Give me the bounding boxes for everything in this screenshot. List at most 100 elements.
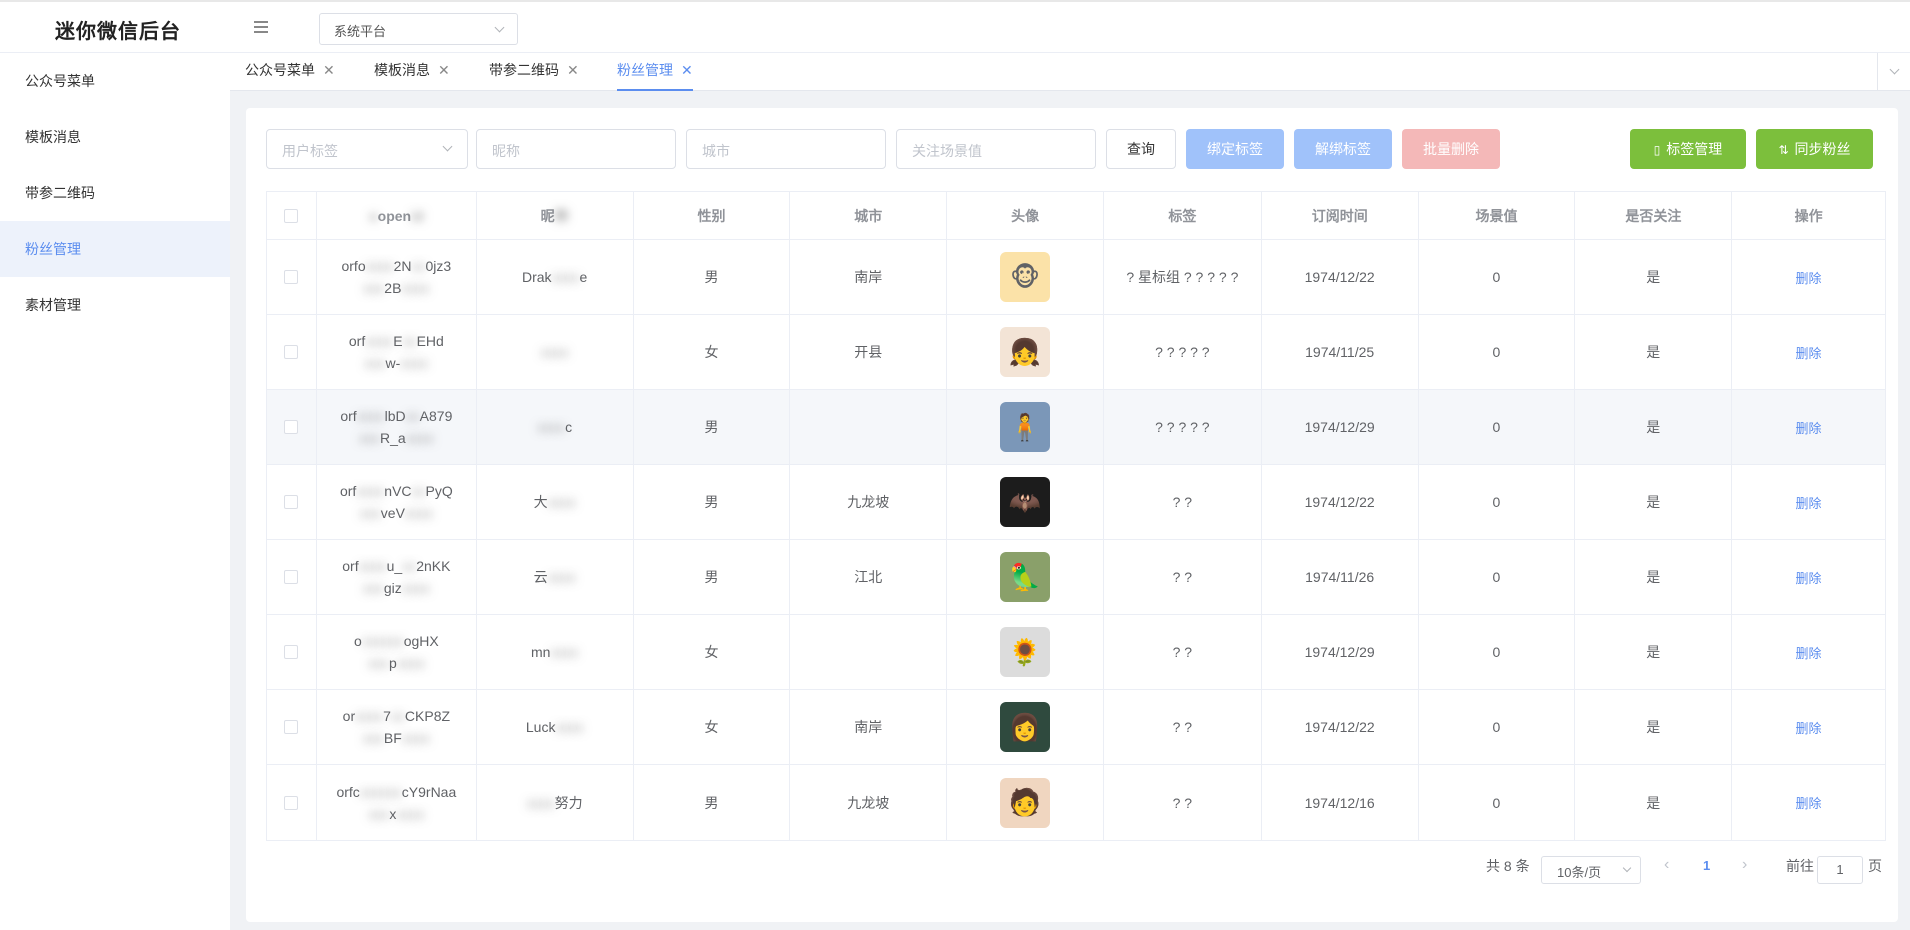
row-select-cell	[267, 765, 317, 840]
tab-menu[interactable]: 公众号菜单 ✕	[245, 53, 335, 91]
next-page-icon[interactable]: ›	[1742, 856, 1747, 874]
avatar-cell: 👧	[947, 315, 1104, 389]
delete-link[interactable]: 删除	[1796, 343, 1822, 362]
gender-cell: 男	[634, 240, 791, 314]
query-button[interactable]: 查询	[1106, 129, 1176, 169]
table-row[interactable]: orfcxxxxxxcY9rNaa xxxxxxxx xxxx努力男九龙坡 🧑 ? ? 1…	[267, 765, 1885, 840]
row-checkbox[interactable]	[284, 720, 299, 734]
sidebar-item[interactable]: 模板消息	[0, 109, 230, 165]
close-icon[interactable]: ✕	[681, 62, 693, 78]
nickname-cell: Drakxxxxe	[477, 240, 634, 314]
delete-link[interactable]: 删除	[1796, 418, 1822, 437]
top-header: 迷你微信后台 系统平台	[0, 0, 1910, 53]
nickname-cell: Luckxxxx	[477, 690, 634, 764]
nickname-cell: xxxx	[477, 315, 634, 389]
close-icon[interactable]: ✕	[438, 62, 450, 78]
table-row[interactable]: orxxxx7xxCKP8Z xxxBFxxxx Luckxxxx 女南岸 👩 ? ? 19…	[267, 690, 1885, 765]
goto-page-input[interactable]: 1	[1817, 856, 1863, 884]
action-cell: 删除	[1732, 240, 1885, 314]
row-select-cell	[267, 315, 317, 389]
subscribed-cell: 是	[1575, 315, 1733, 389]
tag-icon: ▯	[1653, 143, 1661, 157]
tab-label: 粉丝管理	[617, 62, 673, 78]
menu-toggle-icon[interactable]	[254, 21, 268, 33]
page-number-current[interactable]: 1	[1703, 858, 1710, 873]
monkey-icon: 🐵	[1000, 252, 1051, 302]
city-input[interactable]: 城市	[686, 129, 886, 169]
select-all-cell	[267, 192, 317, 239]
tab-label: 带参二维码	[489, 62, 559, 78]
table-row[interactable]: orfoxxxx2Nxx0jz3 xxx2Bxxxx Drakxxxxe 男南岸 🐵 ? …	[267, 240, 1885, 315]
batch-delete-button[interactable]: 批量删除	[1402, 129, 1500, 169]
row-checkbox[interactable]	[284, 270, 299, 284]
scene-cell: 0	[1419, 615, 1576, 689]
col-nickname: 昵称	[477, 192, 634, 239]
tab-template[interactable]: 模板消息 ✕	[374, 53, 450, 91]
delete-link[interactable]: 删除	[1796, 493, 1822, 512]
row-checkbox[interactable]	[284, 495, 299, 509]
row-checkbox[interactable]	[284, 420, 299, 434]
row-select-cell	[267, 540, 317, 614]
sidebar-item[interactable]: 素材管理	[0, 277, 230, 333]
scene-cell: 0	[1419, 240, 1576, 314]
bind-tag-button[interactable]: 绑定标签	[1186, 129, 1284, 169]
table-row[interactable]: orfxxxxlbDxxA879 xxxR_axxxx xxxxc 男 🧍 ? ? ? ?…	[267, 390, 1885, 465]
delete-link[interactable]: 删除	[1796, 268, 1822, 287]
col-openid: o open id	[317, 192, 477, 239]
city-cell: 九龙坡	[790, 765, 948, 840]
sidebar-item[interactable]: 粉丝管理	[0, 221, 230, 277]
city-cell	[790, 615, 948, 689]
tab-qrcode[interactable]: 带参二维码 ✕	[489, 53, 579, 91]
unbind-tag-button[interactable]: 解绑标签	[1294, 129, 1392, 169]
gender-cell: 女	[634, 315, 791, 389]
sync-fans-button[interactable]: ⇅ 同步粉丝	[1756, 129, 1873, 169]
subscribe-time-cell: 1974/12/29	[1262, 390, 1419, 464]
row-select-cell	[267, 390, 317, 464]
table-row[interactable]: orfxxxxu_xx2nKK xxxgizxxxx 云xxxx 男江北 🦜 ? ? 197…	[267, 540, 1885, 615]
gender-cell: 男	[634, 540, 791, 614]
openid-cell: orfcxxxxxxcY9rNaa xxxxxxxx	[317, 765, 477, 840]
delete-link[interactable]: 删除	[1796, 568, 1822, 587]
prev-page-icon[interactable]: ‹	[1664, 856, 1669, 874]
umbrella-man-icon: 🧑	[1000, 777, 1051, 828]
openid-cell: orfxxxxnVCxxPyQ xxxveVxxxx	[317, 465, 477, 539]
platform-select[interactable]: 系统平台	[319, 13, 518, 45]
col-tag: 标签	[1104, 192, 1262, 239]
row-checkbox[interactable]	[284, 345, 299, 359]
close-icon[interactable]: ✕	[567, 62, 579, 78]
subscribed-cell: 是	[1575, 390, 1733, 464]
row-checkbox[interactable]	[284, 570, 299, 584]
delete-link[interactable]: 删除	[1796, 718, 1822, 737]
page-size-value: 10条/页	[1557, 865, 1602, 880]
scene-cell: 0	[1419, 465, 1576, 539]
table-row[interactable]: oxxxxxxogHX xxxpxxxx mnxxxx 女 🌻 ? ? 1974/12/29…	[267, 615, 1885, 690]
subscribe-time-cell: 1974/12/22	[1262, 690, 1419, 764]
tag-manage-button[interactable]: ▯ 标签管理	[1630, 129, 1746, 169]
nickname-input[interactable]: 昵称	[476, 129, 676, 169]
page-size-select[interactable]: 10条/页	[1541, 856, 1641, 884]
sidebar-item[interactable]: 公众号菜单	[0, 53, 230, 109]
tab-more-button[interactable]	[1877, 53, 1910, 91]
city-cell: 开县	[790, 315, 948, 389]
parrot-icon: 🦜	[1000, 552, 1051, 602]
row-checkbox[interactable]	[284, 645, 299, 659]
avatar-cell: 🧍	[947, 390, 1104, 464]
scene-input[interactable]: 关注场景值	[896, 129, 1096, 169]
city-cell: 江北	[790, 540, 948, 614]
col-scene: 场景值	[1419, 192, 1576, 239]
delete-link[interactable]: 删除	[1796, 793, 1822, 812]
tag-select[interactable]: 用户标签	[266, 129, 468, 169]
table-row[interactable]: orfxxxxExxEHd xxxw-xxxx xxxx 女开县 👧 ? ? ? ? ? 1…	[267, 315, 1885, 390]
delete-link[interactable]: 删除	[1796, 643, 1822, 662]
scene-cell: 0	[1419, 540, 1576, 614]
avatar-cell: 🌻	[947, 615, 1104, 689]
sidebar-item[interactable]: 带参二维码	[0, 165, 230, 221]
table-row[interactable]: orfxxxxnVCxxPyQ xxxveVxxxx 大xxxx 男九龙坡 🦇 ? ? 19…	[267, 465, 1885, 540]
scene-cell: 0	[1419, 390, 1576, 464]
select-all-checkbox[interactable]	[284, 208, 299, 223]
col-action: 操作	[1794, 207, 1823, 224]
tab-fans[interactable]: 粉丝管理 ✕	[617, 53, 693, 91]
row-checkbox[interactable]	[284, 795, 299, 810]
openid-cell: oxxxxxxogHX xxxpxxxx	[317, 615, 477, 689]
close-icon[interactable]: ✕	[323, 62, 335, 78]
